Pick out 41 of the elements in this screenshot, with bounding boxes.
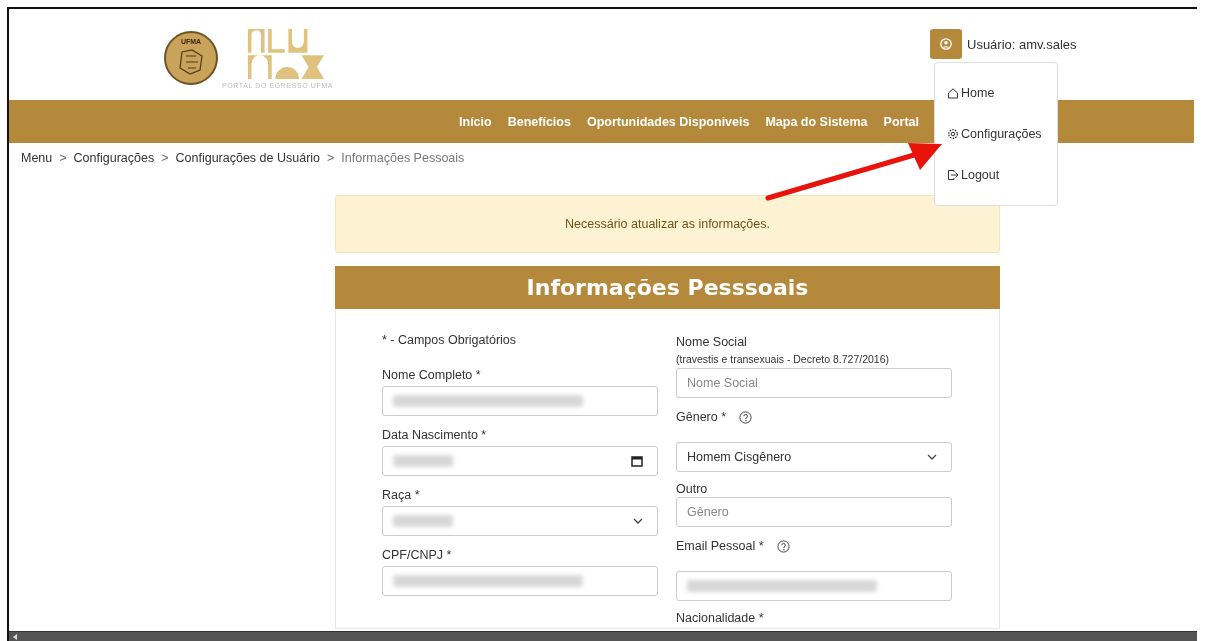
breadcrumb-separator: >: [161, 151, 169, 167]
calendar-icon: [631, 455, 643, 467]
field-hint: (travestis e transexuais - Decreto 8.727/2016): [676, 353, 891, 367]
breadcrumb-link[interactable]: Menu: [21, 151, 53, 195]
chevron-down-icon: [633, 518, 643, 524]
select-field[interactable]: [382, 506, 658, 536]
breadcrumb-current: Informações Pessoais: [341, 151, 465, 167]
field-label: Nome Social: [676, 334, 747, 349]
field-label: Gênero *: [676, 410, 727, 424]
field-label: CPF/CNPJ *: [382, 548, 452, 562]
breadcrumb-link[interactable]: Configurações: [73, 151, 155, 195]
menu-item[interactable]: Home: [935, 86, 1057, 101]
logout-icon: [947, 168, 959, 181]
input-field[interactable]: [382, 386, 658, 416]
username-label: Usuário: amv.sales: [967, 36, 1077, 52]
input-field[interactable]: [676, 571, 952, 601]
field-label: Data Nascimento *: [382, 428, 487, 442]
date-field[interactable]: [382, 446, 658, 476]
breadcrumb-separator: >: [327, 151, 335, 167]
select-field[interactable]: Homem Cisgênero: [676, 442, 952, 472]
menu-item[interactable]: Logout: [935, 167, 1057, 182]
breadcrumb-link[interactable]: Configurações de Usuário: [175, 151, 321, 195]
field-label: Nacionalidade *: [676, 610, 764, 625]
chevron-down-icon: [927, 454, 937, 460]
alert-message: Necessário atualizar as informações.: [335, 195, 1000, 253]
input-field[interactable]: [382, 566, 658, 596]
home-icon: [947, 87, 959, 100]
settings-icon: [947, 128, 959, 140]
form-title: Informações Pesssoais: [335, 266, 1000, 309]
user-menu-button[interactable]: [930, 29, 962, 59]
input-field[interactable]: Gênero: [676, 497, 952, 527]
field-label: Outro: [676, 481, 708, 496]
required-fields-note: * - Campos Obrigatórios: [382, 333, 518, 349]
field-label: Email Pessoal *: [676, 539, 764, 553]
field-label: Raça *: [382, 488, 420, 502]
breadcrumb-separator: >: [59, 151, 67, 167]
field-label: Nome Completo *: [382, 368, 481, 382]
input-field[interactable]: Nome Social: [676, 368, 952, 398]
menu-item[interactable]: Configurações: [935, 127, 1057, 141]
user-icon: [940, 38, 952, 50]
horizontal-scrollbar[interactable]: [9, 631, 1197, 641]
